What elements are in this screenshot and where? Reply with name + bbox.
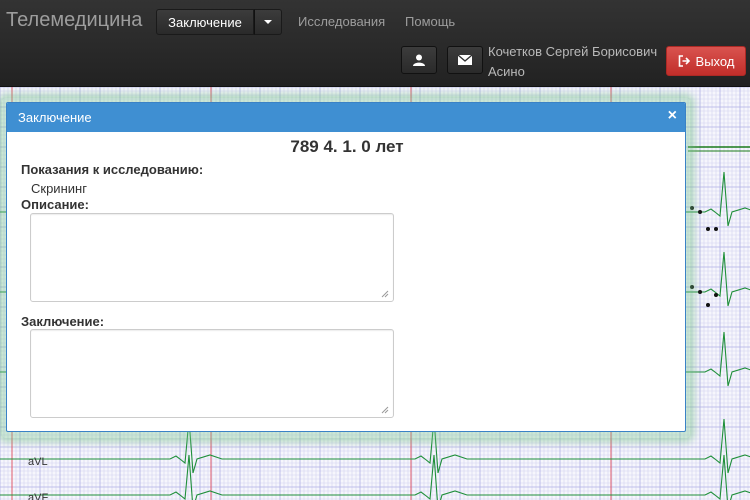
modal-title: Заключение [18, 110, 92, 125]
nav-link-help[interactable]: Помощь [405, 14, 455, 29]
close-icon[interactable]: × [668, 107, 677, 125]
lead-label-avf: aVF [28, 492, 49, 500]
description-textarea[interactable] [30, 213, 394, 302]
conclusion-modal: Заключение × 789 4. 1. 0 лет Показания к… [6, 102, 686, 432]
user-icon [413, 54, 425, 66]
envelope-icon [458, 55, 472, 65]
nav-link-studies[interactable]: Исследования [298, 14, 385, 29]
user-name: Кочетков Сергей Борисович [488, 44, 658, 59]
resize-grip-icon[interactable] [380, 405, 389, 414]
indications-label: Показания к исследованию: [21, 162, 204, 177]
caret-down-icon [264, 20, 272, 24]
conclusion-button-group: Заключение [156, 9, 282, 35]
profile-button[interactable] [401, 46, 437, 74]
conclusion-button[interactable]: Заключение [156, 9, 254, 35]
exit-label: Выход [695, 53, 735, 69]
indications-value: Скрининг [31, 181, 87, 196]
patient-title: 789 4. 1. 0 лет [290, 137, 404, 156]
description-label: Описание: [21, 197, 89, 212]
brand-title[interactable]: Телемедицина [6, 9, 142, 32]
conclusion-dropdown-toggle[interactable] [254, 9, 282, 35]
exit-button[interactable]: Выход [666, 46, 746, 76]
modal-header: Заключение × [7, 103, 685, 132]
logout-icon [678, 55, 690, 67]
messages-button[interactable] [447, 46, 483, 74]
conclusion-label: Заключение: [21, 314, 105, 329]
user-city: Асино [488, 64, 525, 79]
conclusion-textarea[interactable] [30, 329, 394, 418]
top-navbar: Телемедицина Заключение Исследования Пом… [0, 0, 750, 87]
lead-label-avl: aVL [28, 456, 48, 468]
resize-grip-icon[interactable] [380, 289, 389, 298]
